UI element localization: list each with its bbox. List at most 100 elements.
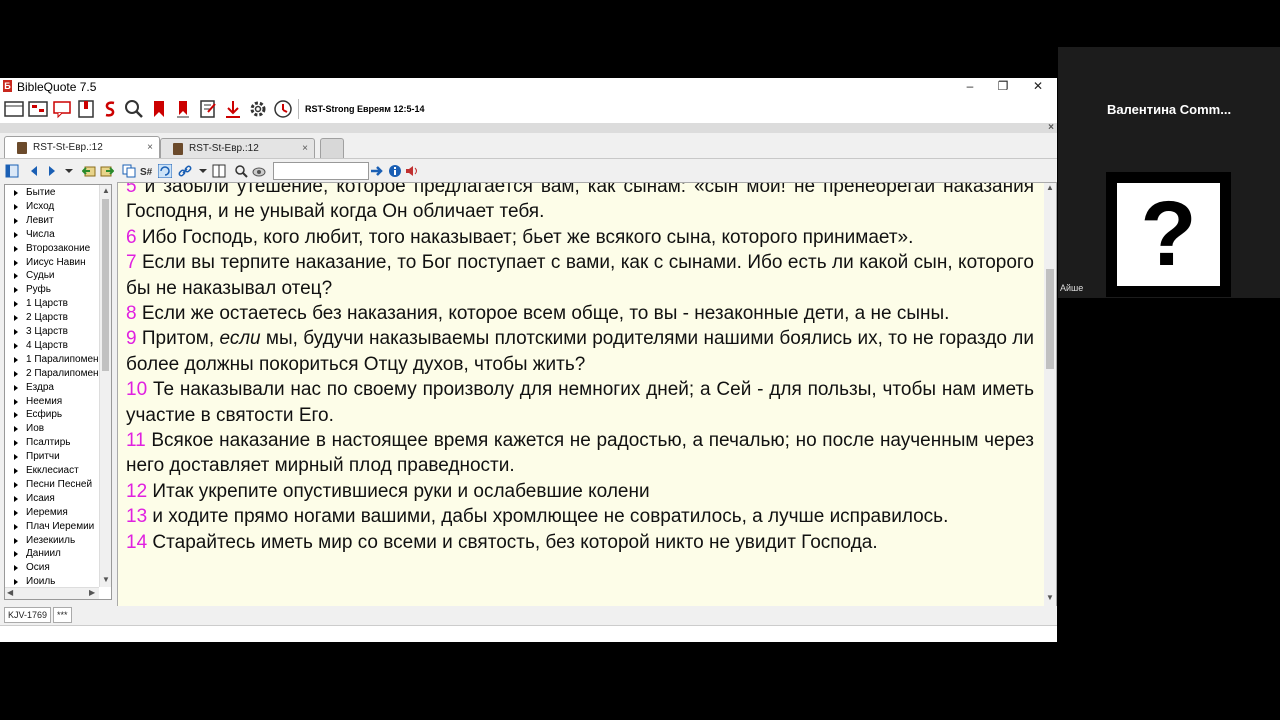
tab-close-icon[interactable]: × [302,139,308,158]
verse-number[interactable]: 13 [126,506,147,527]
verse-number[interactable]: 9 [126,328,137,349]
forward-icon[interactable] [45,164,59,178]
scroll-up-icon[interactable]: ▲ [102,186,110,195]
tab-label: RST-St-Евр.:12 [33,142,103,153]
book-name: Притчи [26,451,60,463]
search-icon[interactable] [124,99,144,119]
expand-triangle-icon[interactable] [14,440,18,447]
book-name: Исход [26,200,55,212]
bookmarks-list-icon[interactable] [173,99,193,119]
dropdown-icon[interactable] [62,164,76,178]
scroll-right-icon[interactable]: ▶ [89,588,95,597]
expand-triangle-icon[interactable] [14,356,18,363]
scroll-down-icon[interactable]: ▼ [1046,593,1054,602]
view-icon[interactable] [252,164,266,178]
tab-1[interactable]: RST-St-Евр.:12 × [4,136,160,159]
bookmark-book-icon[interactable] [76,99,96,119]
expand-triangle-icon[interactable] [14,217,18,224]
expand-triangle-icon[interactable] [14,537,18,544]
expand-triangle-icon[interactable] [14,245,18,252]
tab-close-icon[interactable]: × [147,137,153,158]
download-icon[interactable] [223,99,243,119]
about-info-icon[interactable] [273,99,293,119]
quick-search-input[interactable] [273,162,369,180]
expand-triangle-icon[interactable] [14,231,18,238]
books-horizontal-scrollbar[interactable]: ◀ ▶ [5,587,99,599]
expand-triangle-icon[interactable] [14,370,18,377]
library-icon[interactable] [4,99,24,119]
expand-triangle-icon[interactable] [14,203,18,210]
layout-icon[interactable] [212,164,226,178]
verse-number[interactable]: 10 [126,379,147,400]
scroll-thumb[interactable] [102,199,109,371]
scroll-thumb[interactable] [1046,269,1054,369]
sync-icon[interactable] [158,164,172,178]
audio-icon[interactable] [405,164,419,178]
verse-number[interactable]: 8 [126,303,137,324]
book-name: Иисус Навин [26,256,86,268]
notes-icon[interactable] [198,99,218,119]
book-name: Неемия [26,395,63,407]
strong-numbers-icon[interactable]: S# [140,164,154,178]
expand-triangle-icon[interactable] [14,551,18,558]
expand-triangle-icon[interactable] [14,342,18,349]
verse-number[interactable]: 11 [126,430,146,451]
verse-number[interactable]: 14 [126,532,147,553]
verse-text: Старайтесь иметь мир со всеми и святость… [147,531,878,553]
next-chapter-icon[interactable] [100,164,114,178]
verse-number[interactable]: 6 [126,227,137,248]
expand-triangle-icon[interactable] [14,259,18,266]
expand-triangle-icon[interactable] [14,301,18,308]
expand-triangle-icon[interactable] [14,273,18,280]
compare-icon[interactable] [28,99,48,119]
expand-triangle-icon[interactable] [14,398,18,405]
expand-triangle-icon[interactable] [14,481,18,488]
books-vertical-scrollbar[interactable]: ▲ ▼ [99,185,111,587]
expand-triangle-icon[interactable] [14,468,18,474]
expand-triangle-icon[interactable] [14,384,18,391]
go-arrow-icon[interactable] [370,164,384,178]
book-name: 1 Паралипоменон [26,353,110,365]
verse-number[interactable]: 7 [126,252,137,273]
expand-triangle-icon[interactable] [14,565,18,572]
expand-triangle-icon[interactable] [14,412,18,419]
new-tab-button[interactable] [320,138,344,158]
expand-triangle-icon[interactable] [14,523,18,530]
scroll-left-icon[interactable]: ◀ [7,588,13,597]
expand-triangle-icon[interactable] [14,315,18,322]
module-status[interactable]: KJV-1769 [4,607,52,623]
bookmark-icon[interactable] [149,99,169,119]
restore-button[interactable]: ❐ [986,78,1020,95]
expand-triangle-icon[interactable] [14,426,18,433]
link-icon[interactable] [178,164,192,178]
minimize-button[interactable]: – [953,78,987,95]
verse-number[interactable]: 12 [126,481,147,502]
link-dropdown-icon[interactable] [196,164,210,178]
settings-gear-icon[interactable] [248,99,268,119]
zoom-icon[interactable] [234,164,248,178]
scroll-down-icon[interactable]: ▼ [102,575,110,584]
prev-chapter-icon[interactable] [82,164,96,178]
expand-triangle-icon[interactable] [14,495,18,502]
comment-icon[interactable] [52,99,72,119]
video-participant-tile: Валентина Comm... ? Айше [1058,47,1280,298]
scripture-scrollbar[interactable]: ▲ ▼ [1044,183,1056,607]
expand-triangle-icon[interactable] [14,579,18,586]
info-icon[interactable] [388,164,402,178]
close-button[interactable]: ✕ [1021,78,1055,95]
expand-triangle-icon[interactable] [14,329,18,335]
copy-icon[interactable] [122,164,136,178]
expand-triangle-icon[interactable] [14,190,18,196]
back-icon[interactable] [27,164,41,178]
expand-triangle-icon[interactable] [14,454,18,461]
toggle-panel-icon[interactable] [5,164,19,178]
expand-triangle-icon[interactable] [14,509,18,516]
tab-2[interactable]: RST-St-Евр.:12 × [160,138,315,158]
strong-icon[interactable] [100,99,120,119]
scroll-up-icon[interactable]: ▲ [1046,183,1054,192]
scripture-view: 5 и забыли утешение, которое предлагаетс… [117,182,1057,608]
expand-triangle-icon[interactable] [14,287,18,294]
panel-close-icon[interactable]: × [1048,123,1054,133]
verse-number[interactable]: 5 [126,183,137,197]
toolbar-separator [298,99,299,119]
